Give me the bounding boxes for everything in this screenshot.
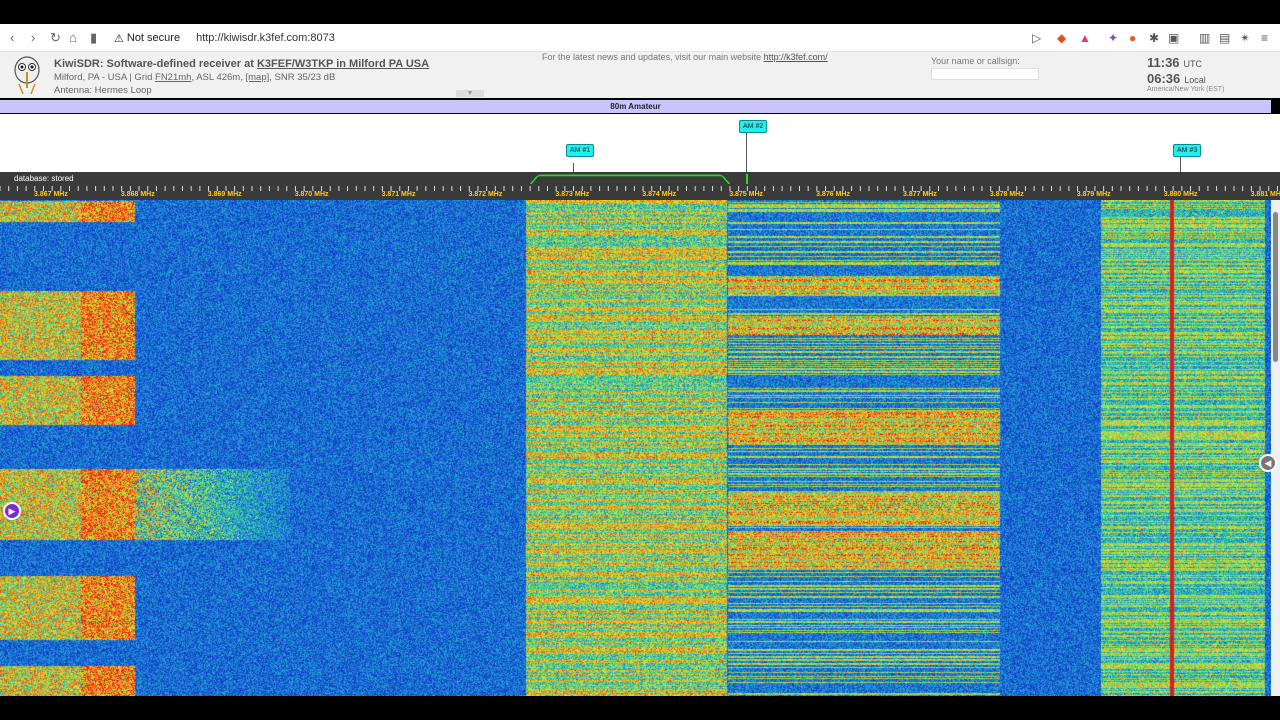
antenna-info: Antenna: Hermes Loop [54,85,152,96]
extension-2-icon[interactable]: ● [1129,30,1136,46]
url-text[interactable]: http://kiwisdr.k3fef.com:8073 [196,32,335,44]
left-panel-toggle-icon[interactable]: ▶ [3,502,21,520]
title-prefix: KiwiSDR: Software-defined receiver at [54,58,257,70]
rewards-icon[interactable]: ▲ [1079,30,1091,46]
browser-toolbar: ‹ › ↻ ⌂ ▮ ⚠ Not secure http://kiwisdr.k3… [0,24,1280,52]
database-label: database: stored [14,174,74,183]
top-letterbox [0,0,1280,24]
location-a: Milford, PA - USA | Grid [54,72,156,83]
kiwi-header: KiwiSDR: Software-defined receiver at K3… [0,52,1280,98]
frequency-label: 3.880 MHz [1163,191,1198,198]
frequency-label: 3.878 MHz [989,191,1024,198]
kiwi-logo-icon [14,56,40,95]
leo-icon[interactable]: ✴ [1240,30,1250,46]
news-line: For the latest news and updates, visit o… [542,52,828,62]
security-indicator[interactable]: ⚠ Not secure [114,32,180,45]
waterfall-scrollbar[interactable] [1271,200,1280,696]
frequency-label: 3.881 MHz [1250,191,1280,198]
marker-am3[interactable]: AM #3 [1173,144,1202,157]
marker-line-am1 [573,163,574,172]
frequency-scale[interactable]: database: stored 3.867 MHz 3.868 MHz 3.869… [0,172,1280,200]
receiver-title: KiwiSDR: Software-defined receiver at K3… [54,58,429,70]
warning-icon: ⚠ [114,32,124,45]
utc-label: UTC [1183,59,1203,69]
location-c: , SNR 35/23 dB [269,72,336,83]
frequency-label: 3.868 MHz [120,191,155,198]
news-text: For the latest news and updates, visit o… [542,52,764,62]
band-bar[interactable]: 80m Amateur [0,100,1271,113]
station-labels: AM #1 AM #2 AM #3 [0,114,1280,172]
frequency-label: 3.871 MHz [381,191,416,198]
news-link[interactable]: http://k3fef.com/ [764,52,828,62]
collapse-header-button[interactable]: ▼ [456,90,484,97]
owner-link[interactable]: K3FEF/W3TKP in Milford PA USA [257,58,429,70]
callsign-label: Your name or callsign: [931,56,1020,66]
bottom-letterbox [0,696,1280,720]
location-b: , ASL 426m, [191,72,246,83]
carrier-marker[interactable] [746,174,748,184]
frequency-label: 3.873 MHz [555,191,590,198]
callsign-input[interactable] [931,68,1039,80]
marker-line-am3 [1180,157,1181,172]
menu-icon[interactable]: ≡ [1261,30,1268,46]
map-link[interactable]: [map] [246,72,270,83]
brave-shield-icon[interactable]: ◆ [1057,30,1066,46]
marker-am2[interactable]: AM #2 [739,120,768,133]
wallet-icon[interactable]: ▤ [1219,30,1230,46]
frequency-label: 3.869 MHz [207,191,242,198]
timezone-label: America/New York (EST) [1147,86,1225,93]
puzzle-icon[interactable]: ✱ [1149,30,1159,46]
frequency-label: 3.870 MHz [294,191,329,198]
local-time: 06:36 [1147,71,1181,86]
right-panel-toggle-icon[interactable]: ◀ [1259,454,1277,472]
frequency-label: 3.875 MHz [729,191,764,198]
grid-link[interactable]: FN21mh [155,72,191,83]
waterfall-display[interactable] [0,200,1271,696]
utc-time: 11:36 [1147,55,1180,70]
frequency-label: 3.874 MHz [642,191,677,198]
screenshot-icon[interactable]: ▣ [1168,30,1179,46]
reload-icon[interactable]: ↻ [50,30,61,46]
marker-am1[interactable]: AM #1 [566,144,595,157]
forward-icon[interactable]: › [31,30,35,46]
passband-indicator[interactable] [529,174,731,184]
security-label: Not secure [126,32,181,44]
scrollbar-thumb[interactable] [1273,212,1278,362]
extension-icon[interactable]: ✦ [1108,30,1118,46]
sidebar-icon[interactable]: ▥ [1199,30,1210,46]
frequency-label: 3.872 MHz [468,191,503,198]
location-line: Milford, PA - USA | Grid FN21mh, ASL 426… [54,72,335,83]
frequency-label: 3.876 MHz [816,191,850,198]
back-icon[interactable]: ‹ [10,30,14,46]
frequency-label: 3.877 MHz [903,191,937,198]
frequency-label: 3.879 MHz [1076,191,1111,198]
frequency-label: 3.867 MHz [34,191,68,198]
bookmark-icon[interactable]: ▮ [90,30,97,46]
waterfall-canvas[interactable] [0,200,1271,696]
play-icon[interactable]: ▷ [1032,30,1041,46]
marker-line-am2 [746,133,747,172]
address-bar[interactable]: ⚠ Not secure http://kiwisdr.k3fef.com:80… [114,30,335,46]
local-label: Local [1184,75,1206,85]
home-icon[interactable]: ⌂ [69,30,77,46]
